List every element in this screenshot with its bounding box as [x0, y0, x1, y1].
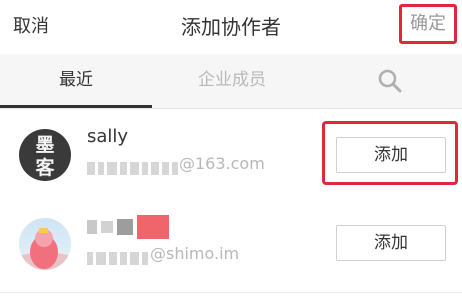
- list-item: 墨 客 sally @163.com 添加: [0, 109, 462, 202]
- active-tab-indicator: [0, 105, 152, 108]
- avatar-char: 客: [35, 157, 55, 179]
- user-name: sally: [87, 126, 129, 147]
- avatar-photo: [19, 228, 71, 270]
- add-button[interactable]: 添加: [336, 225, 446, 261]
- top-bar: 取消 添加协作者 确定: [0, 0, 462, 52]
- avatar: 墨 客: [19, 129, 71, 181]
- email-redacted: [87, 248, 151, 265]
- add-button[interactable]: 添加: [336, 137, 446, 173]
- search-icon: [378, 69, 402, 93]
- email-redacted: [87, 158, 181, 175]
- page-title: 添加协作者: [181, 15, 281, 39]
- user-email-domain: @163.com: [179, 154, 265, 173]
- avatar: [19, 218, 71, 270]
- list-item: @shimo.im 添加: [0, 200, 462, 293]
- tab-recent-label: 最近: [59, 70, 93, 90]
- tab-bar: 最近 企业成员: [0, 54, 462, 109]
- tab-enterprise-members-label: 企业成员: [198, 70, 266, 90]
- user-name-redacted: [87, 215, 173, 239]
- tab-enterprise-members[interactable]: 企业成员: [152, 54, 312, 108]
- confirm-button[interactable]: 确定: [399, 4, 457, 44]
- tab-recent[interactable]: 最近: [0, 54, 152, 108]
- search-button[interactable]: [360, 54, 420, 108]
- user-email-domain: @shimo.im: [150, 244, 240, 263]
